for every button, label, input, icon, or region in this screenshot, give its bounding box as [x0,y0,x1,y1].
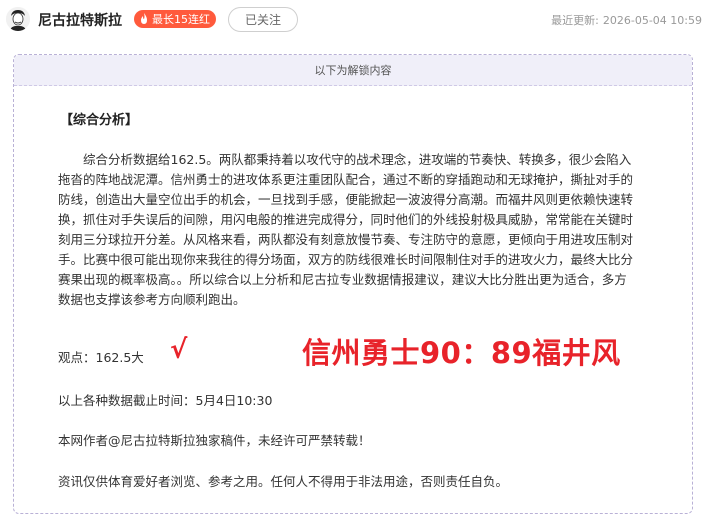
unlocked-content-panel: 以下为解锁内容 【综合分析】 综合分析数据给162.5。两队都秉持着以攻代守的战… [13,54,693,514]
author-name[interactable]: 尼古拉特斯拉 [38,10,122,30]
analysis-paragraph: 综合分析数据给162.5。两队都秉持着以攻代守的战术理念，进攻端的节奏快、转换多… [58,150,678,310]
analysis-line: 赛果出现的概率极高。。所以综合以上分析和尼古拉专业数据情报建议，建议大比分胜出更… [58,272,627,287]
analysis-line: 数据也支撑该参考方向顺利跑出。 [58,292,246,307]
article-header: 尼古拉特斯拉 最长15连红 已关注 最近更新: 2026-05-04 10:59 [0,0,706,40]
section-title: 【综合分析】 [60,113,139,128]
analysis-line: 综合分析数据给162.5。两队都秉持着以攻代守的战术理念，进攻端的节奏快、转换多… [83,152,632,167]
updated-time: 2026-05-04 10:59 [602,14,702,27]
flame-icon [141,13,147,24]
copyright-notice: 本网作者@尼古拉特斯拉独家稿件，未经许可严禁转载！ [58,433,371,448]
streak-badge-label: 最长15连红 [152,13,210,26]
last-updated: 最近更新: 2026-05-04 10:59 [547,12,702,28]
author-avatar[interactable] [6,7,30,31]
analysis-line: 手。比赛中很可能出现你来我往的得分场面，双方的防线很难长时间限制住对手的进攻火力… [58,252,634,267]
analysis-line: 刻用三分球拉开分差。从风格来看，两队都没有刻意放慢节奏、专注防守的意愿，更倾向于… [58,232,634,247]
updated-label: 最近更新: [551,14,599,27]
streak-badge: 最长15连红 [134,10,216,28]
analysis-line: 拖沓的阵地战泥潭。信州勇士的进攻体系更注重团队配合，通过不断的穿插跑动和无球掩护… [58,172,634,187]
viewpoint: 观点：162.5大 [58,350,144,365]
check-mark-icon: √ [170,335,188,365]
score-prediction: 信州勇士90：89福井风 [302,336,621,370]
disclaimer: 资讯仅供体育爱好者浏览、参考之用。任何人不得用于非法用途，否则责任自负。 [58,474,509,489]
analysis-line: 防线，创造出大量空位出手的机会，一旦找到手感，便能掀起一波波得分高潮。而福井风则… [58,192,634,207]
unlock-notice: 以下为解锁内容 [14,55,692,86]
follow-button[interactable]: 已关注 [228,7,298,32]
avatar-portrait-icon [6,7,30,31]
analysis-line: 换，抓住对手失误后的间隙，用闪电般的推进完成得分，同时他们的外线投射极具威胁，常… [58,212,634,227]
data-deadline: 以上各种数据截止时间：5月4日10:30 [58,393,273,408]
